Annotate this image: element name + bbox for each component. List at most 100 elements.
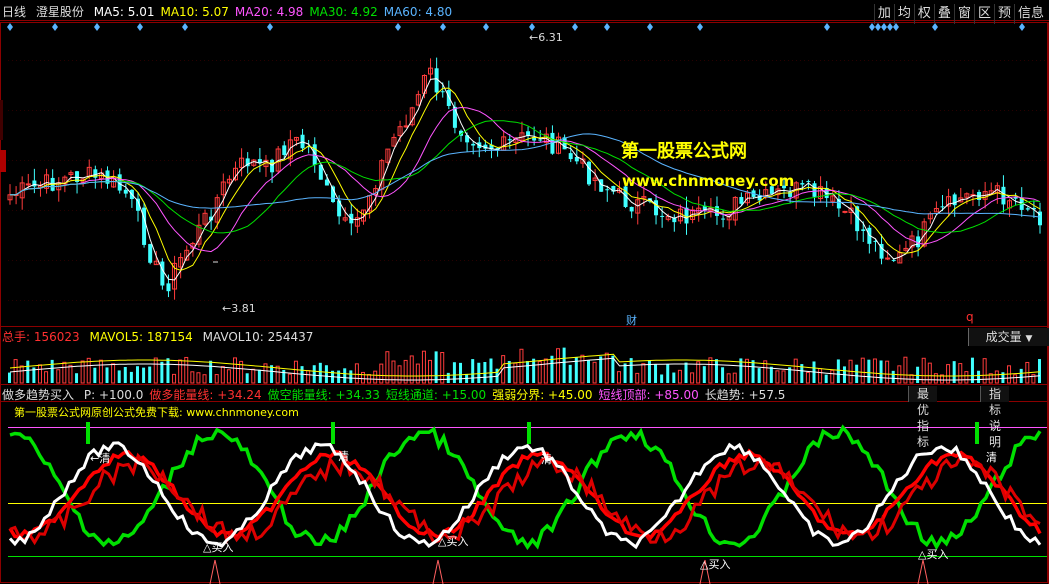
candle-body: [1025, 208, 1030, 210]
volume-bar: [1019, 368, 1023, 383]
volume-bar: [732, 372, 737, 384]
volume-bar: [220, 366, 225, 384]
candle-body: [891, 259, 896, 261]
left-scale-tab: [0, 100, 3, 140]
toolbar-button[interactable]: 预: [993, 4, 1014, 24]
volume-bar: [44, 371, 49, 384]
volume-bar: [343, 368, 347, 383]
volume-bar: [507, 360, 511, 383]
volume-bar: [123, 366, 127, 383]
volume-bar: [1001, 372, 1005, 383]
indicator-button[interactable]: 指标说明: [980, 386, 1010, 449]
candle-body: [403, 125, 409, 128]
ma-line: [9, 106, 1041, 253]
volume-bar: [1038, 359, 1041, 383]
signal-diamond: [440, 23, 446, 31]
period-label[interactable]: 日线: [2, 5, 26, 19]
volume-bar: [684, 362, 688, 383]
candle-body: [861, 229, 866, 231]
buy-label: △买入: [203, 541, 233, 554]
candle-body: [471, 143, 476, 146]
volume-bar: [489, 358, 493, 383]
ma-legend-item: MA60: 4.80: [383, 5, 453, 19]
volume-bar: [654, 364, 658, 383]
volume-bar: [666, 364, 670, 383]
toolbar-button[interactable]: 均: [893, 4, 914, 24]
candle-body: [739, 196, 744, 204]
volume-bar: [604, 352, 609, 384]
signal-diamond: [887, 23, 893, 31]
q-marker[interactable]: q: [966, 310, 974, 324]
indicator-button[interactable]: 最优指标: [908, 386, 938, 449]
indicator-param: P: +100.0: [83, 388, 144, 402]
volume-bar: [641, 363, 646, 384]
candle-body: [885, 257, 891, 260]
volume-bar: [172, 373, 177, 384]
candle-body: [440, 91, 445, 93]
toolbar-button[interactable]: 窗: [953, 4, 974, 24]
candle-body: [538, 139, 543, 141]
volume-bar: [568, 364, 572, 383]
volume-bar: [879, 360, 883, 383]
volume-bar: [373, 370, 378, 384]
volume-bar: [421, 350, 426, 384]
volume-bar: [660, 374, 664, 383]
volume-bar: [251, 368, 256, 384]
volume-dropdown[interactable]: 成交量 ▼: [968, 328, 1049, 346]
indicator-title[interactable]: 做多趋势买入: [2, 388, 74, 402]
signal-diamond: [1019, 23, 1025, 31]
volume-bar: [824, 374, 828, 383]
volume-bar: [477, 362, 481, 383]
toolbar-button[interactable]: 权: [913, 4, 934, 24]
sell-signal-bar: [331, 422, 335, 444]
signal-diamond: [182, 23, 188, 31]
volume-bar: [178, 359, 183, 384]
volume-bar: [933, 373, 938, 384]
volume-bar: [209, 360, 213, 383]
signal-diamond: [395, 23, 401, 31]
sell-signal-bar: [527, 422, 531, 444]
buy-signal-triangle: [917, 559, 929, 584]
low-price-label: ←3.81: [222, 302, 256, 315]
left-scale-tab: [0, 150, 6, 172]
toolbar-button[interactable]: 区: [973, 4, 994, 24]
volume-bar: [916, 366, 920, 383]
toolbar-button[interactable]: 叠: [933, 4, 954, 24]
volume-bar: [160, 361, 164, 383]
volume-bar: [190, 371, 195, 384]
signal-diamond: [647, 23, 653, 31]
signal-diamond: [893, 23, 899, 31]
toolbar-button[interactable]: 信息: [1013, 4, 1047, 24]
candle-body: [721, 218, 726, 220]
volume-bar: [318, 362, 322, 383]
candle-body: [312, 144, 317, 165]
signal-diamond: [881, 23, 887, 31]
indicator-param: 长趋势: +57.5: [704, 388, 786, 402]
indicator-params: P: +100.0 做多能量线: +34.24 做空能量线: +34.33 短线通道:…: [84, 388, 792, 402]
finance-marker[interactable]: 财: [626, 312, 637, 328]
signal-diamond: [52, 23, 58, 31]
volume-bar: [855, 364, 859, 383]
candle-body: [800, 183, 805, 185]
volume-bar: [714, 359, 718, 383]
candle-body: [25, 183, 31, 186]
volume-bar: [287, 373, 292, 384]
indicator-param: 短线顶部: +85.00: [598, 388, 699, 402]
toolbar-button[interactable]: 加: [873, 4, 894, 24]
volume-bar: [409, 355, 414, 384]
volume-bar: [751, 360, 755, 383]
volume-bar: [275, 365, 280, 384]
volume-bar: [977, 370, 981, 383]
volume-bar: [677, 369, 682, 384]
volume-bar: [757, 368, 761, 383]
indicator-param: 做多能量线: +34.24: [149, 388, 262, 402]
volume-bar: [690, 372, 695, 384]
volume-bar: [360, 371, 365, 384]
candle-body: [654, 200, 659, 216]
volume-bar: [324, 365, 328, 383]
volume-bar: [166, 358, 170, 383]
chart-canvas[interactable]: ←清 清 清 清 △买入 △买入 △买入 △买入: [0, 0, 1049, 584]
candle-body: [586, 161, 591, 185]
right-toolbar: 加均权叠窗区预信息: [873, 2, 1047, 24]
sell-label: ←清: [90, 452, 110, 465]
